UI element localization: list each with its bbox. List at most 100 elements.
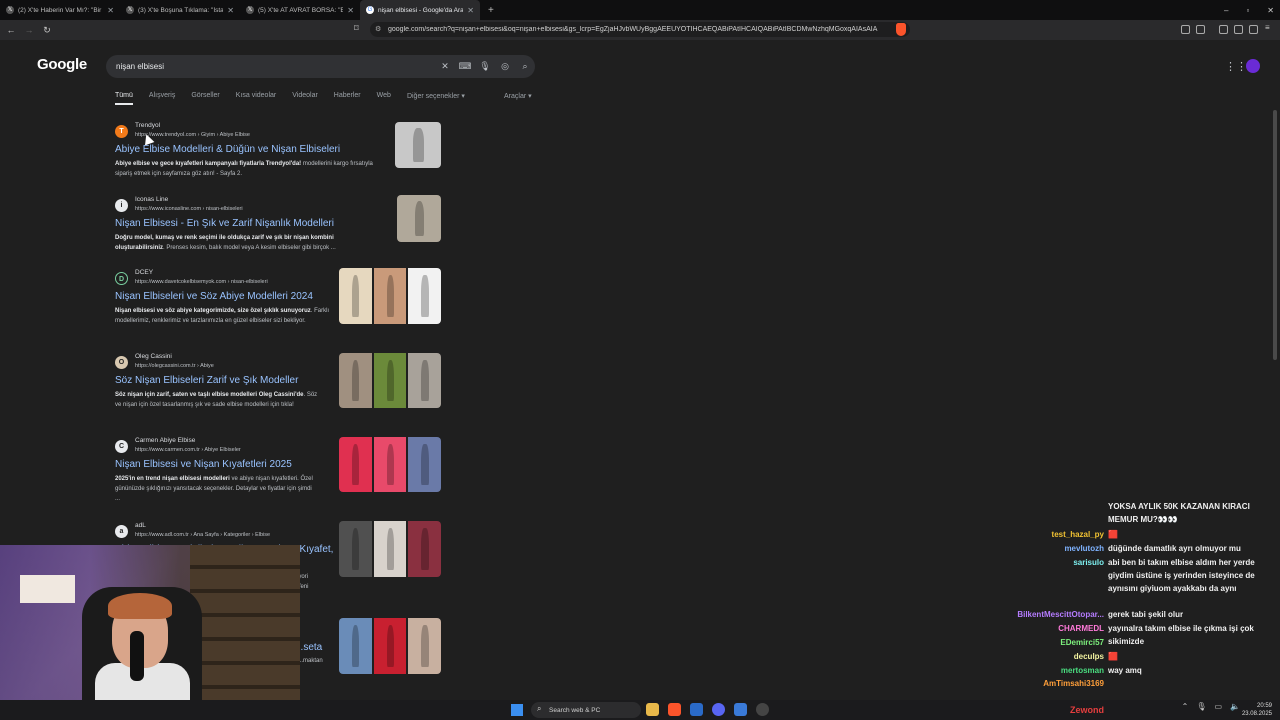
site-info-icon[interactable]: ⚙ — [375, 25, 381, 33]
maximize-icon[interactable]: ▫ — [1246, 6, 1249, 15]
result-title[interactable]: Abiye Elbise Modelleri & Düğün ve Nişan … — [115, 144, 340, 155]
obs-icon[interactable] — [756, 703, 769, 716]
chat-text: abi ben bi takım elbise aldım her yerde … — [1108, 558, 1255, 593]
result-site-name[interactable]: Oleg Cassini — [135, 353, 172, 360]
apps-grid-icon[interactable]: ⋮⋮ — [1225, 60, 1247, 73]
result-site-name[interactable]: Iconas Line — [135, 196, 168, 203]
result-site-name[interactable]: Carmen Abiye Elbise — [135, 437, 195, 444]
sidebar-icon[interactable] — [1234, 25, 1243, 34]
new-tab-button[interactable]: + — [480, 5, 502, 16]
browser-tab[interactable]: 𝕏 (2) X'te Haberin Var Mı?: "Bir çift, "S… — [0, 0, 120, 20]
browser-tab-active[interactable]: Gnişan elbisesi - Google'da Ara ✕ — [360, 0, 480, 20]
steam-icon[interactable] — [690, 703, 703, 716]
dress-image — [397, 195, 441, 242]
tab-short-videos[interactable]: Kısa videolar — [236, 92, 276, 105]
result-url[interactable]: https://olegcassini.com.tr › Abiye — [135, 363, 214, 369]
tab-videos[interactable]: Videolar — [292, 92, 318, 105]
chat-username: mevlutozh — [1064, 544, 1104, 553]
discord-icon[interactable] — [712, 703, 725, 716]
result-title[interactable]: Söz Nişan Elbiseleri Zarif ve Şık Modell… — [115, 375, 298, 386]
extension-icon[interactable] — [1196, 25, 1205, 34]
back-icon[interactable]: ← — [4, 25, 18, 35]
tab-web[interactable]: Web — [377, 92, 391, 105]
result-url[interactable]: https://www.trendyol.com › Giyim › Abiye… — [135, 132, 250, 138]
scrollbar[interactable] — [1273, 110, 1277, 360]
chevron-up-icon[interactable]: ⌃ — [1182, 702, 1189, 711]
result-thumbnails[interactable] — [339, 618, 441, 674]
keyboard-icon[interactable]: ⌨ — [455, 61, 475, 72]
brave-browser-icon[interactable] — [668, 703, 681, 716]
forward-icon[interactable]: → — [22, 25, 36, 35]
browser-tab[interactable]: 𝕏 (3) X'te Boşuna Tıklama: "İstanbul'da..… — [120, 0, 240, 20]
site-favicon: a — [115, 525, 128, 538]
result-thumbnails[interactable] — [339, 353, 441, 408]
bookmark-icon[interactable]: ⌑ — [354, 23, 359, 34]
result-thumbnails[interactable] — [339, 521, 441, 577]
result-title[interactable]: Nişan Elbiseleri ve Söz Abiye Modelleri … — [115, 291, 313, 302]
result-url[interactable]: https://www.davetcokelbisemyok.com › nis… — [135, 279, 268, 285]
microphone-icon[interactable]: 🎙 — [475, 61, 495, 72]
chat-text: yayınalra takım elbise ile çıkma işi çok… — [1108, 624, 1254, 646]
close-icon[interactable]: ✕ — [347, 6, 354, 15]
music-icon[interactable] — [1219, 25, 1228, 34]
close-icon[interactable]: ✕ — [107, 6, 114, 15]
tab-news[interactable]: Haberler — [334, 92, 361, 105]
dress-image — [339, 521, 372, 577]
extension-icon[interactable] — [1181, 25, 1190, 34]
app-icon[interactable] — [734, 703, 747, 716]
tools-button[interactable]: Araçlar ▾ — [504, 92, 532, 100]
microphone-icon[interactable]: 🎙 — [1196, 702, 1206, 711]
url-bar[interactable]: ⚙ google.com/search?q=nişan+elbisesi&oq=… — [370, 22, 910, 37]
result-thumbnail[interactable] — [395, 122, 441, 168]
tab-more[interactable]: Diğer seçenekler ▾ — [407, 92, 465, 105]
wallet-icon[interactable] — [1249, 25, 1258, 34]
chat-username: test_hazal_py — [1051, 530, 1104, 539]
tab-images[interactable]: Görseller — [191, 92, 219, 105]
browser-tab[interactable]: 𝕏 (5) X'te AT AVRAT BORSA: "Evlilik yo...… — [240, 0, 360, 20]
result-url[interactable]: https://www.carmen.com.tr › Abiye Elbise… — [135, 447, 241, 453]
reload-icon[interactable]: ↻ — [40, 25, 54, 36]
system-tray: ⌃ 🎙 ▭ 🔈 — [1182, 702, 1240, 711]
result-thumbnails[interactable] — [339, 268, 441, 324]
result-url[interactable]: https://www.iconasline.com › nisan-elbis… — [135, 206, 243, 212]
result-url[interactable]: https://www.adl.com.tr › Ana Sayfa › Kat… — [135, 532, 270, 538]
close-icon[interactable]: ✕ — [227, 6, 234, 15]
taskbar-clock[interactable]: 20:59 23.08.2025 — [1242, 702, 1272, 718]
result-thumbnail[interactable] — [397, 195, 441, 242]
taskbar-search[interactable]: ⌕ Search web & PC — [531, 702, 641, 718]
chat-username: AmTimsahi3169 — [1043, 679, 1104, 688]
close-icon[interactable]: ✕ — [467, 6, 474, 15]
clear-icon[interactable]: ✕ — [435, 61, 455, 72]
tab-shopping[interactable]: Alışveriş — [149, 92, 175, 105]
file-explorer-icon[interactable] — [646, 703, 659, 716]
dress-image — [408, 521, 441, 577]
clock-time: 20:59 — [1256, 703, 1272, 709]
tab-all[interactable]: Tümü — [115, 92, 133, 105]
result-thumbnails[interactable] — [339, 437, 441, 492]
snippet-text: . Prenses kesim, balık model veya A kesi… — [163, 245, 336, 251]
search-box[interactable]: nişan elbisesi ✕ ⌨ 🎙 ◎ ⌕ — [106, 55, 535, 78]
windows-start-icon[interactable] — [511, 704, 523, 716]
chat-text: YOKSA AYLIK 50K KAZANAN KIRACI MEMUR MU?… — [1108, 502, 1250, 524]
clock-date: 23.08.2025 — [1241, 711, 1272, 717]
site-favicon: i — [115, 199, 128, 212]
result-site-name[interactable]: DCEY — [135, 269, 153, 276]
menu-icon[interactable]: ≡ — [1265, 23, 1274, 32]
result-site-name[interactable]: adL — [135, 522, 146, 529]
network-icon[interactable]: ▭ — [1214, 702, 1222, 711]
minimize-icon[interactable]: – — [1224, 6, 1228, 15]
snippet-bold: Söz nişan için zarif, saten ve taşlı elb… — [115, 392, 304, 398]
avatar[interactable] — [1246, 59, 1260, 73]
result-site-name[interactable]: Trendyol — [135, 122, 160, 129]
result-title[interactable]: Nişan Elbisesi ve Nişan Kıyafetleri 2025 — [115, 459, 292, 470]
google-logo[interactable]: Google — [37, 56, 87, 73]
lens-icon[interactable]: ◎ — [495, 61, 515, 72]
close-window-icon[interactable]: ✕ — [1267, 6, 1274, 15]
result-title[interactable]: Nişan Elbisesi - En Şık ve Zarif Nişanlı… — [115, 218, 334, 229]
volume-icon[interactable]: 🔈 — [1230, 702, 1240, 711]
brave-shield-icon[interactable] — [896, 23, 906, 36]
search-input[interactable]: nişan elbisesi — [116, 62, 435, 71]
search-icon[interactable]: ⌕ — [515, 61, 535, 72]
result-snippet: 2025'in en trend nişan elbisesi modeller… — [115, 474, 315, 504]
dress-image — [373, 618, 407, 674]
